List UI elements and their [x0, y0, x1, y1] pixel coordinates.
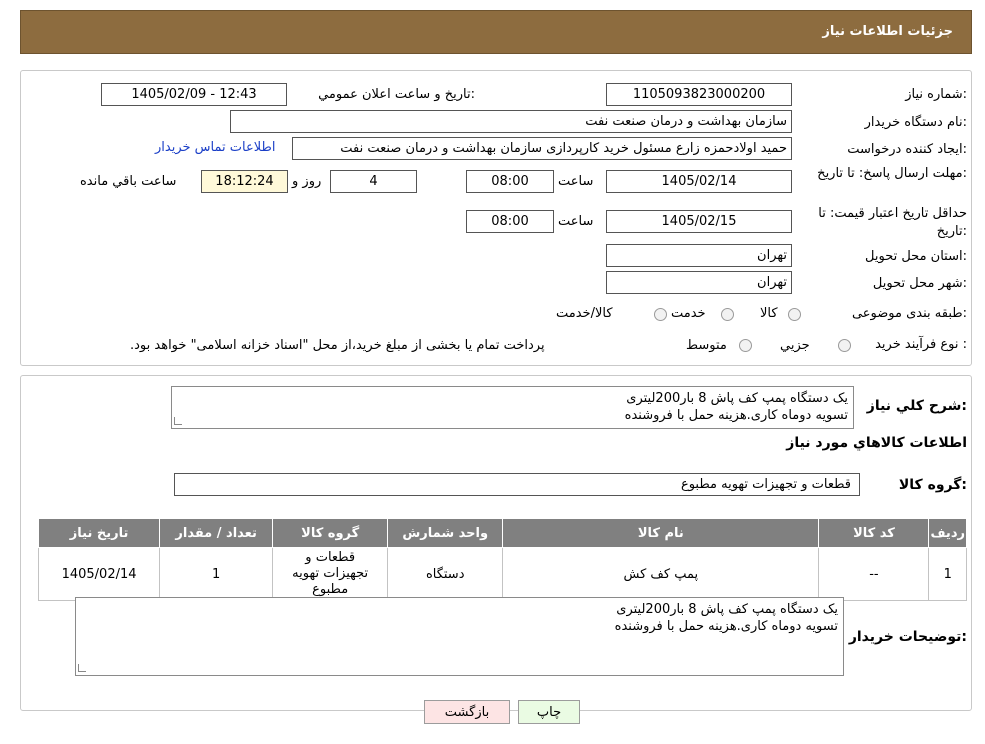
need-number-field[interactable]: 1105093823000200	[606, 83, 792, 106]
cell-name: پمپ کف کش	[502, 547, 820, 601]
back-button[interactable]: بازگشت	[424, 700, 510, 724]
col-name: نام کالا	[502, 518, 820, 548]
process-radio-minor[interactable]	[838, 339, 851, 352]
description-resize-icon[interactable]	[174, 417, 182, 425]
cell-date: 1405/02/14	[37, 547, 161, 601]
cell-row: 1	[928, 547, 967, 601]
category-option-goods: کالا	[760, 306, 778, 321]
price-validity-date-field[interactable]: 1405/02/15	[606, 210, 792, 233]
city-label: شهر محل تحویل:	[872, 276, 967, 291]
remaining-time-field: 18:12:24	[201, 170, 288, 193]
items-table-header: رديف کد کالا نام کالا واحد شمارش گروه کا…	[37, 518, 967, 548]
process-option-medium: متوسط	[686, 338, 727, 353]
col-group: گروه کالا	[272, 518, 389, 548]
deadline-label: مهلت ارسال پاسخ: تا تاریخ:	[817, 166, 967, 181]
creator-label: ایجاد کننده درخواست:	[847, 142, 967, 157]
days-label: روز و	[292, 174, 322, 189]
cell-unit: دستگاه	[387, 547, 504, 601]
print-button[interactable]: چاپ	[518, 700, 580, 724]
description-textarea[interactable]: یک دستگاه پمپ کف پاش 8 بار200لیتری تسویه…	[171, 386, 854, 429]
col-quantity: تعداد / مقدار	[159, 518, 274, 548]
city-field[interactable]: تهران	[606, 271, 792, 294]
province-field[interactable]: تهران	[606, 244, 792, 267]
category-label: طبقه بندی موضوعی:	[851, 306, 967, 321]
deadline-time-field[interactable]: 08:00	[466, 170, 554, 193]
deadline-time-label: ساعت	[558, 174, 594, 189]
buyer-org-field[interactable]: سازمان بهداشت و درمان صنعت نفت	[230, 110, 792, 133]
category-radio-goods-service[interactable]	[654, 308, 667, 321]
col-date: تاريخ نياز	[37, 518, 161, 548]
col-unit: واحد شمارش	[387, 518, 504, 548]
category-radio-service[interactable]	[721, 308, 734, 321]
category-option-goods-service: کالا/خدمت	[556, 306, 613, 321]
price-validity-label: حداقل تاریخ اعتبار قیمت: تا تاریخ:	[818, 206, 967, 239]
cell-quantity: 1	[159, 547, 274, 601]
announce-date-field[interactable]: 1405/02/09 - 12:43	[101, 83, 287, 106]
goods-group-label: گروه کالا:	[898, 477, 967, 493]
remaining-time-label: ساعت باقي مانده	[80, 174, 177, 189]
description-label: شرح کلي نياز:	[866, 398, 967, 414]
page-title: جزئیات اطلاعات نیاز	[822, 24, 953, 39]
need-number-label: شماره نیاز:	[905, 87, 967, 102]
buyer-notes-textarea[interactable]: یک دستگاه پمپ کف پاش 8 بار200لیتری تسویه…	[75, 597, 844, 676]
category-option-service: خدمت	[671, 306, 706, 321]
province-label: استان محل تحویل:	[865, 249, 967, 264]
price-validity-time-label: ساعت	[558, 214, 594, 229]
col-row: رديف	[928, 518, 967, 548]
table-row[interactable]: 1 -- پمپ کف کش دستگاه قطعات و تجهیزات ته…	[37, 547, 967, 601]
buyer-org-label: نام دستگاه خریدار:	[864, 115, 967, 130]
goods-section-title: اطلاعات کالاهاي مورد نياز	[786, 435, 967, 451]
cell-group: قطعات و تجهیزات تهویه مطبوع	[272, 547, 389, 601]
deadline-date-field[interactable]: 1405/02/14	[606, 170, 792, 193]
announce-date-label: تاريخ و ساعت اعلان عمومي:	[318, 87, 475, 102]
buyer-notes-resize-icon[interactable]	[78, 664, 86, 672]
col-code: کد کالا	[818, 518, 930, 548]
goods-group-field[interactable]: قطعات و تجهیزات تهویه مطبوع	[174, 473, 860, 496]
page-header: جزئیات اطلاعات نیاز	[20, 10, 972, 54]
buyer-contact-link[interactable]: اطلاعات تماس خریدار	[155, 140, 275, 155]
items-table: رديف کد کالا نام کالا واحد شمارش گروه کا…	[37, 518, 967, 601]
category-radio-goods[interactable]	[788, 308, 801, 321]
process-label: نوع فرآیند خرید :	[875, 337, 967, 352]
process-note: پرداخت تمام یا بخشی از مبلغ خرید،از محل …	[130, 338, 545, 353]
buyer-notes-label: توضیحات خریدار:	[848, 629, 967, 645]
process-option-minor: جزيي	[780, 338, 810, 353]
days-field[interactable]: 4	[330, 170, 417, 193]
process-radio-medium[interactable]	[739, 339, 752, 352]
price-validity-time-field[interactable]: 08:00	[466, 210, 554, 233]
creator-field[interactable]: حمید اولادحمزه زارع مسئول خرید کارپردازی…	[292, 137, 792, 160]
cell-code: --	[818, 547, 930, 601]
